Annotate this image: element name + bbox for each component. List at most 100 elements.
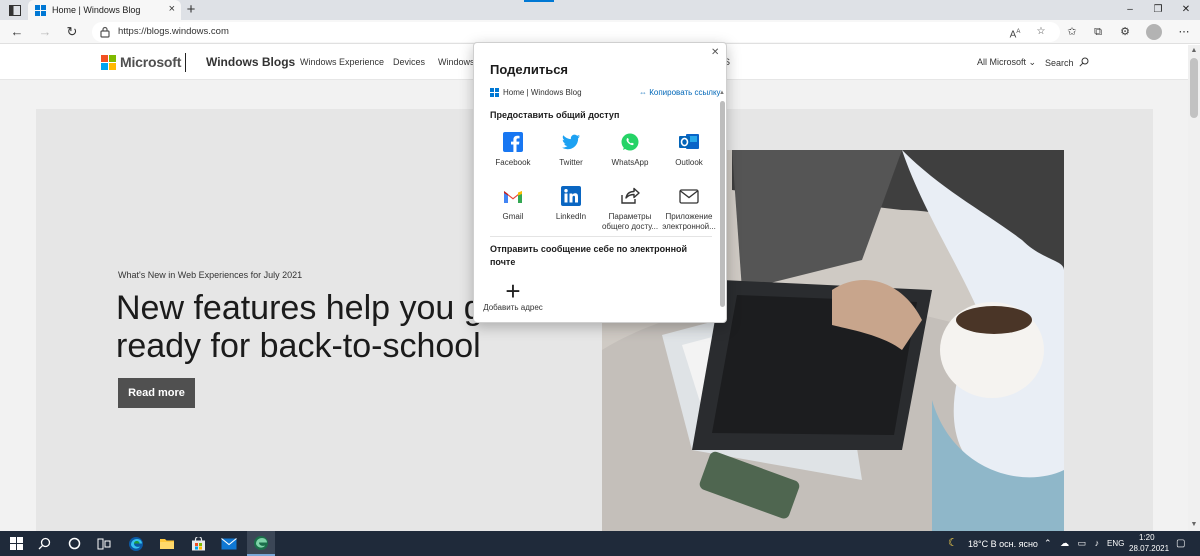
- windows-taskbar: ☾ 18°C В осн. ясно ⌃ ☁ ▭ ♪ ENG 1:20 28.0…: [0, 531, 1200, 556]
- lock-icon[interactable]: [98, 25, 112, 39]
- share-item-label: Twitter: [559, 158, 583, 167]
- windows-logo-icon: [490, 88, 499, 97]
- start-icon[interactable]: [6, 534, 26, 553]
- close-window-button[interactable]: ✕: [1172, 0, 1200, 20]
- nav-link-devices[interactable]: Devices: [393, 57, 425, 67]
- edge-icon[interactable]: [126, 534, 146, 553]
- popup-scroll-up-icon[interactable]: ▲: [719, 90, 725, 96]
- copy-link-button[interactable]: ⇔ Копировать ссылку: [639, 88, 724, 97]
- file-explorer-icon[interactable]: [157, 534, 177, 553]
- whatsapp-icon: [619, 131, 641, 153]
- extensions-icon[interactable]: ⚙: [1117, 24, 1133, 40]
- read-more-button[interactable]: Read more: [118, 378, 195, 408]
- share-item-label: Приложение электронной...: [662, 212, 716, 231]
- address-bar[interactable]: https://blogs.windows.com AA ☆: [92, 22, 1060, 42]
- cloud-icon[interactable]: ☁: [1060, 538, 1072, 548]
- search-label: Search: [1045, 58, 1074, 68]
- copy-link-label: Копировать ссылку: [649, 88, 721, 97]
- active-edge-beta-button[interactable]: [247, 531, 275, 556]
- gmail-icon: [502, 185, 524, 207]
- scroll-down-icon[interactable]: ▼: [1188, 519, 1200, 531]
- share-item-label: Параметры общего досту...: [601, 212, 659, 231]
- plus-icon: +: [505, 276, 521, 306]
- language-indicator[interactable]: ENG: [1107, 539, 1124, 548]
- search-icon[interactable]: [34, 534, 54, 553]
- volume-icon[interactable]: ♪: [1095, 538, 1103, 548]
- share-item-label: LinkedIn: [555, 212, 587, 221]
- notification-icon[interactable]: ▢: [1176, 538, 1185, 549]
- site-search-button[interactable]: Search: [1045, 57, 1089, 68]
- browser-tab[interactable]: Home | Windows Blog ×: [28, 0, 181, 20]
- add-address-button[interactable]: + Добавить адрес: [482, 276, 544, 312]
- share-facebook[interactable]: Facebook: [484, 131, 542, 168]
- share-dialog: ✕ Поделиться Home | Windows Blog ⇔ Копир…: [473, 42, 727, 323]
- read-aloud-icon[interactable]: AA: [1008, 25, 1022, 40]
- weather-widget[interactable]: 18°C В осн. ясно: [968, 539, 1038, 549]
- all-microsoft-menu[interactable]: All Microsoft ⌄: [977, 57, 1036, 68]
- restore-button[interactable]: ❐: [1144, 0, 1172, 20]
- share-item-label: WhatsApp: [611, 158, 649, 167]
- store-icon[interactable]: [188, 534, 208, 553]
- share-settings[interactable]: Параметры общего досту...: [601, 185, 659, 232]
- microsoft-logo-icon: [101, 54, 116, 70]
- page-scrollbar[interactable]: ▲ ▼: [1188, 45, 1200, 531]
- email-self-heading: Отправить сообщение себе по электронной …: [490, 244, 688, 267]
- share-twitter[interactable]: Twitter: [542, 131, 600, 168]
- chevron-down-icon: ⌄: [1028, 57, 1037, 67]
- scrollbar-thumb[interactable]: [1190, 58, 1198, 118]
- tab-close-icon[interactable]: ×: [169, 4, 175, 15]
- outlook-icon: [678, 131, 700, 153]
- new-tab-button[interactable]: +: [183, 1, 199, 19]
- clock-time[interactable]: 1:20: [1139, 533, 1155, 542]
- share-outlook[interactable]: Outlook: [660, 131, 718, 168]
- mail-icon: [678, 185, 700, 207]
- edge-beta-icon: [254, 536, 268, 550]
- share-section-heading: Предоставить общий доступ: [490, 110, 620, 120]
- cortana-icon[interactable]: [64, 534, 84, 553]
- share-item-label: Gmail: [502, 212, 524, 221]
- blog-title-link[interactable]: Windows Blogs: [206, 55, 295, 69]
- hero-eyebrow[interactable]: What's New in Web Experiences for July 2…: [118, 270, 302, 280]
- search-icon: [1079, 57, 1089, 67]
- window-controls: – ❐ ✕: [1116, 0, 1200, 20]
- microsoft-logo[interactable]: Microsoft: [101, 54, 181, 70]
- share-gmail[interactable]: Gmail: [484, 185, 542, 222]
- mail-app-icon[interactable]: [219, 534, 239, 553]
- moon-weather-icon[interactable]: ☾: [948, 536, 958, 549]
- refresh-icon[interactable]: ↻: [63, 23, 81, 41]
- share-divider: [490, 236, 712, 237]
- nav-divider: [185, 53, 186, 72]
- chevron-up-icon[interactable]: ⌃: [1044, 538, 1055, 548]
- nav-link-windows[interactable]: Windows: [438, 57, 475, 67]
- profile-avatar-icon[interactable]: [1146, 24, 1162, 40]
- add-favorite-icon[interactable]: ☆: [1034, 25, 1048, 39]
- share-whatsapp[interactable]: WhatsApp: [601, 131, 659, 168]
- system-tray-icons[interactable]: ⌃ ☁ ▭ ♪: [1044, 538, 1102, 549]
- browser-toolbar: ← → ↻ https://blogs.windows.com AA ☆ ✩ ⧉…: [0, 20, 1200, 44]
- collections-icon[interactable]: ⧉: [1090, 24, 1106, 40]
- task-view-icon[interactable]: [94, 534, 114, 553]
- share-item-label: Facebook: [495, 158, 531, 167]
- shared-page-title: Home | Windows Blog: [503, 88, 582, 97]
- shared-page-info: Home | Windows Blog: [490, 88, 582, 97]
- scroll-up-icon[interactable]: ▲: [1188, 45, 1200, 57]
- share-mail-app[interactable]: Приложение электронной...: [660, 185, 718, 232]
- back-icon[interactable]: ←: [8, 23, 26, 41]
- more-menu-icon[interactable]: ⋯: [1176, 24, 1192, 40]
- favorites-icon[interactable]: ✩: [1064, 24, 1080, 40]
- tab-actions-button[interactable]: [4, 2, 26, 18]
- popup-scrollbar[interactable]: [720, 101, 725, 307]
- clock-date[interactable]: 28.07.2021: [1129, 544, 1169, 553]
- forward-icon[interactable]: →: [36, 23, 54, 41]
- nav-link-windows-experience[interactable]: Windows Experience: [300, 57, 384, 67]
- close-icon[interactable]: ✕: [711, 47, 719, 58]
- url-text[interactable]: https://blogs.windows.com: [118, 26, 229, 37]
- all-microsoft-label: All Microsoft: [977, 57, 1027, 67]
- tab-actions-icon: [9, 4, 21, 16]
- minimize-button[interactable]: –: [1116, 0, 1144, 20]
- add-address-label: Добавить адрес: [483, 303, 543, 312]
- windows-logo-icon: [35, 4, 46, 16]
- network-icon[interactable]: ▭: [1078, 538, 1090, 548]
- share-linkedin[interactable]: LinkedIn: [542, 185, 600, 222]
- tab-strip: Home | Windows Blog × + – ❐ ✕: [0, 0, 1200, 20]
